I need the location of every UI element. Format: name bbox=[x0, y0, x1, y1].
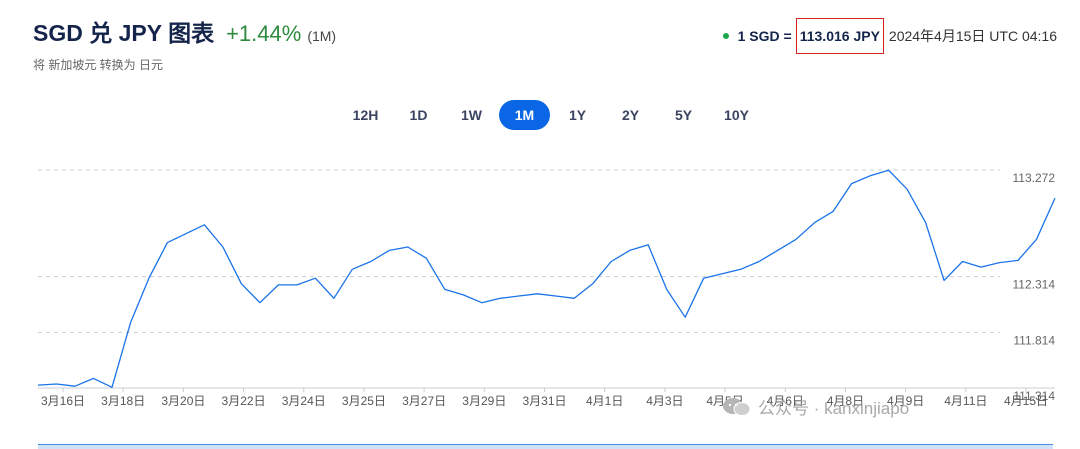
y-tick-label: 113.272 bbox=[1013, 171, 1056, 185]
rate-chart[interactable]: 111.314111.814112.314113.2723月16日 3月18日 3月… bbox=[0, 0, 1080, 448]
y-tick-label: 111.814 bbox=[1013, 333, 1055, 347]
x-tick-label: 4月15日 bbox=[1004, 394, 1048, 408]
x-tick-label: 3月22日 bbox=[222, 394, 266, 408]
watermark: 公众号 · kanxinjiapo bbox=[722, 394, 909, 419]
x-tick-label: 4月11日 bbox=[944, 394, 987, 408]
x-tick-label: 3月29日 bbox=[462, 394, 506, 408]
x-tick-label: 3月27日 bbox=[402, 394, 446, 408]
x-tick-label: 4月3日 bbox=[646, 394, 683, 408]
y-tick-label: 112.314 bbox=[1013, 278, 1056, 292]
x-tick-label: 3月20日 bbox=[161, 394, 205, 408]
x-tick-label: 4月1日 bbox=[586, 394, 623, 408]
watermark-text: 公众号 · kanxinjiapo bbox=[758, 399, 910, 418]
x-tick-label: 3月18日 bbox=[101, 394, 145, 408]
wechat-icon bbox=[723, 397, 751, 416]
rate-series-line bbox=[37, 169, 1056, 388]
range-navigator-bar[interactable] bbox=[38, 444, 1053, 449]
x-tick-label: 3月16日 bbox=[41, 394, 85, 408]
x-tick-label: 3月24日 bbox=[282, 394, 326, 408]
x-tick-label: 3月31日 bbox=[522, 394, 566, 408]
x-tick-label: 3月25日 bbox=[342, 394, 386, 408]
